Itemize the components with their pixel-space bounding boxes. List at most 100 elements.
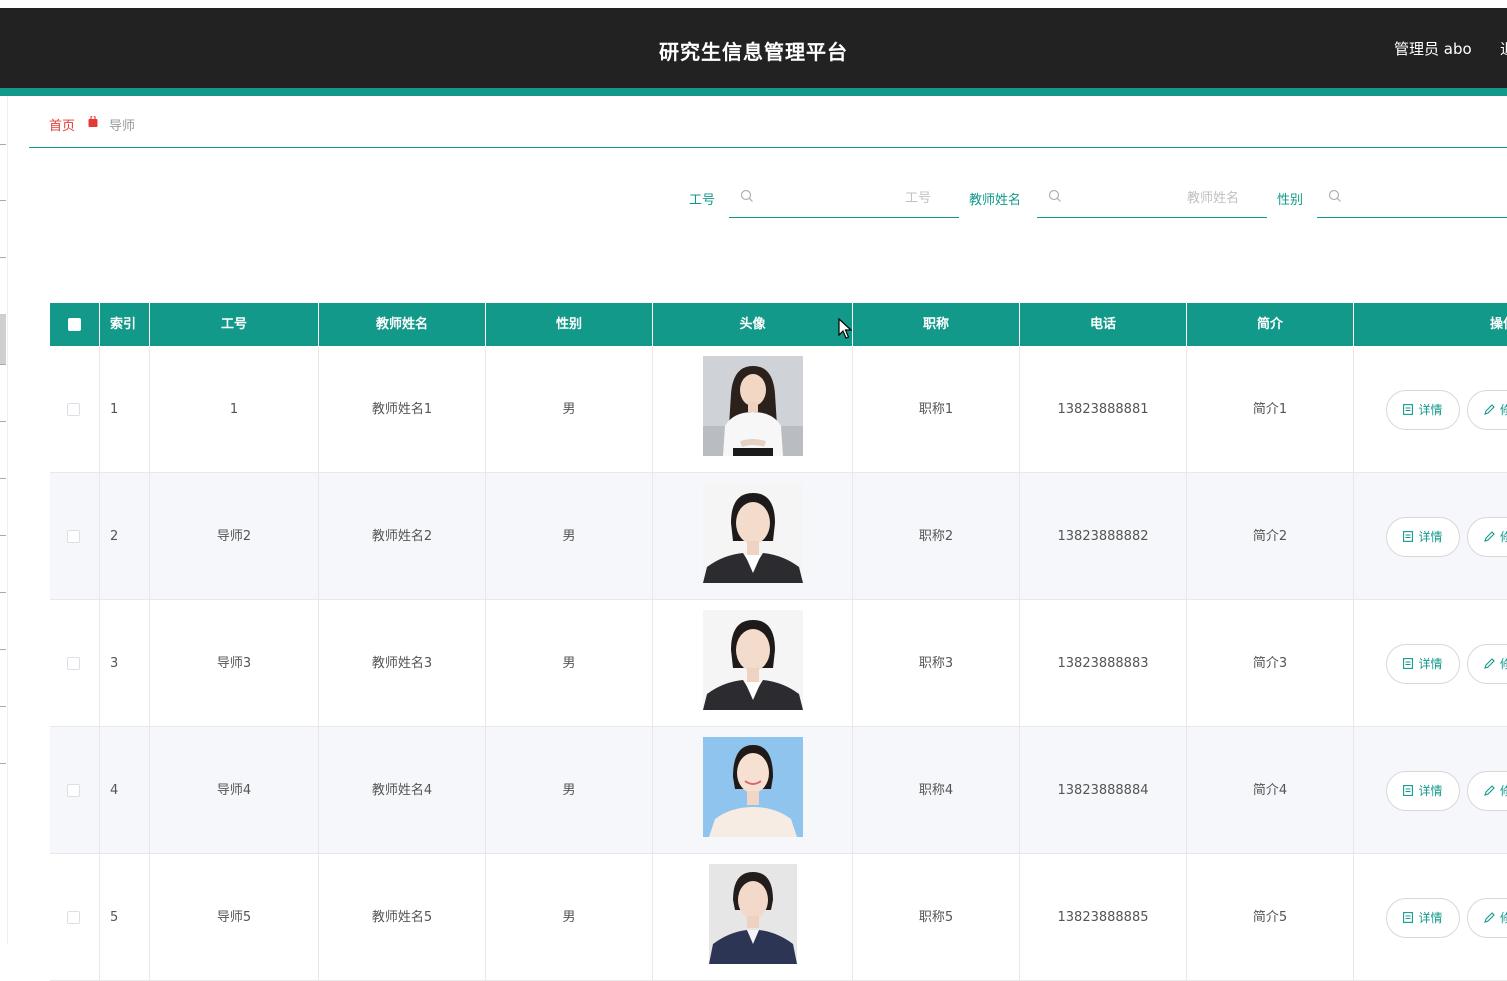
cell-name: 教师姓名3 [319, 600, 486, 727]
cell-no: 导师5 [150, 854, 319, 981]
search-input-no[interactable] [759, 186, 959, 210]
cell-title: 职称1 [853, 346, 1020, 473]
search-label-no: 工号 [689, 193, 716, 208]
search-icon [740, 189, 753, 202]
detail-button-label: 详情 [1418, 403, 1443, 417]
cell-no: 导师4 [150, 727, 319, 854]
detail-button[interactable]: 详情 [1386, 390, 1460, 430]
search-input-gender[interactable] [1347, 186, 1507, 210]
row-checkbox[interactable] [67, 657, 80, 670]
detail-button-label: 详情 [1418, 784, 1443, 798]
table-row: 1 1 教师姓名1 男职称1 13823888881 简介1 详情修 [50, 346, 1507, 473]
search-label-name: 教师姓名 [969, 193, 1022, 208]
sidebar-divider [0, 478, 6, 479]
detail-button[interactable]: 详情 [1386, 517, 1460, 557]
cell-avatar [653, 600, 853, 727]
select-all-checkbox[interactable] [68, 318, 81, 331]
row-select-cell [50, 727, 100, 854]
search-label-gender: 性别 [1277, 193, 1304, 208]
user-menu[interactable]: 管理员 abo [1394, 38, 1472, 59]
edit-button[interactable]: 修 [1467, 390, 1507, 430]
cell-gender: 男 [486, 600, 653, 727]
row-select-cell [50, 854, 100, 981]
avatar[interactable] [703, 483, 803, 583]
pencil-icon [1484, 785, 1495, 796]
breadcrumb: 首页 导师 [29, 98, 1507, 148]
table-header: 索引 工号 教师姓名 性别 头像 职称 电话 简介 操作 [50, 303, 1507, 346]
th-title: 职称 [853, 303, 1020, 346]
app-title: 研究生信息管理平台 [659, 40, 848, 64]
row-checkbox[interactable] [67, 530, 80, 543]
mouse-cursor-icon [838, 318, 852, 339]
cell-actions: 详情 修 [1354, 346, 1507, 473]
detail-button-label: 详情 [1418, 657, 1443, 671]
avatar[interactable] [703, 610, 803, 710]
th-actions: 操作 [1490, 317, 1507, 332]
avatar[interactable] [703, 864, 803, 964]
row-select-cell [50, 600, 100, 727]
cell-intro: 简介2 [1187, 473, 1354, 600]
row-checkbox[interactable] [67, 784, 80, 797]
search-field-no: 工号 [689, 186, 959, 218]
cell-index: 5 [100, 854, 150, 981]
document-icon [1403, 658, 1414, 669]
cell-gender: 男 [486, 854, 653, 981]
search-field-gender: 性别 [1277, 186, 1507, 218]
bag-icon [88, 116, 98, 127]
logout-link[interactable]: 退 [1500, 38, 1507, 59]
pencil-icon [1484, 531, 1495, 542]
sidebar-divider [0, 364, 6, 365]
detail-button[interactable]: 详情 [1386, 644, 1460, 684]
cell-title: 职称5 [853, 854, 1020, 981]
cell-no: 导师2 [150, 473, 319, 600]
avatar[interactable] [703, 356, 803, 456]
cell-intro: 简介3 [1187, 600, 1354, 727]
th-phone: 电话 [1020, 303, 1187, 346]
sidebar-divider [0, 649, 6, 650]
detail-button-label: 详情 [1418, 911, 1443, 925]
detail-button[interactable]: 详情 [1386, 771, 1460, 811]
edit-button[interactable]: 修 [1467, 517, 1507, 557]
th-name: 教师姓名 [319, 303, 486, 346]
sidebar-divider [0, 706, 6, 707]
cell-index: 2 [100, 473, 150, 600]
cell-avatar [653, 727, 853, 854]
avatar[interactable] [703, 737, 803, 837]
pencil-icon [1484, 404, 1495, 415]
sidebar-divider [0, 144, 6, 145]
cell-no: 导师3 [150, 600, 319, 727]
cell-intro: 简介5 [1187, 854, 1354, 981]
edit-button[interactable]: 修 [1467, 771, 1507, 811]
cell-actions: 详情 修 [1354, 727, 1507, 854]
search-input-name[interactable] [1067, 186, 1267, 210]
cell-title: 职称2 [853, 473, 1020, 600]
cell-no: 1 [150, 346, 319, 473]
search-icon [1048, 189, 1061, 202]
row-checkbox[interactable] [67, 403, 80, 416]
cell-intro: 简介1 [1187, 346, 1354, 473]
pencil-icon [1484, 912, 1495, 923]
row-checkbox[interactable] [67, 911, 80, 924]
document-icon [1403, 785, 1414, 796]
sidebar-item-active[interactable] [0, 314, 6, 364]
cell-avatar [653, 854, 853, 981]
cell-actions: 详情 修 [1354, 854, 1507, 981]
edit-button[interactable]: 修 [1467, 644, 1507, 684]
th-no: 工号 [150, 303, 319, 346]
table-row: 2 导师2 教师姓名2 男 职称2 13823888882 简介2 详情 修 [50, 473, 1507, 600]
edit-button[interactable]: 修 [1467, 898, 1507, 938]
cell-title: 职称3 [853, 600, 1020, 727]
search-box-gender [1317, 186, 1507, 218]
sidebar-collapsed [0, 96, 8, 944]
breadcrumb-home[interactable]: 首页 [49, 115, 75, 134]
cell-title: 职称4 [853, 727, 1020, 854]
detail-button-label: 详情 [1418, 530, 1443, 544]
search-icon [1328, 189, 1341, 202]
cell-gender: 男 [486, 473, 653, 600]
cell-phone: 13823888883 [1020, 600, 1187, 727]
accent-bar [0, 88, 1507, 96]
detail-button[interactable]: 详情 [1386, 898, 1460, 938]
edit-button-label: 修 [1500, 403, 1507, 417]
cell-phone: 13823888885 [1020, 854, 1187, 981]
document-icon [1403, 531, 1414, 542]
